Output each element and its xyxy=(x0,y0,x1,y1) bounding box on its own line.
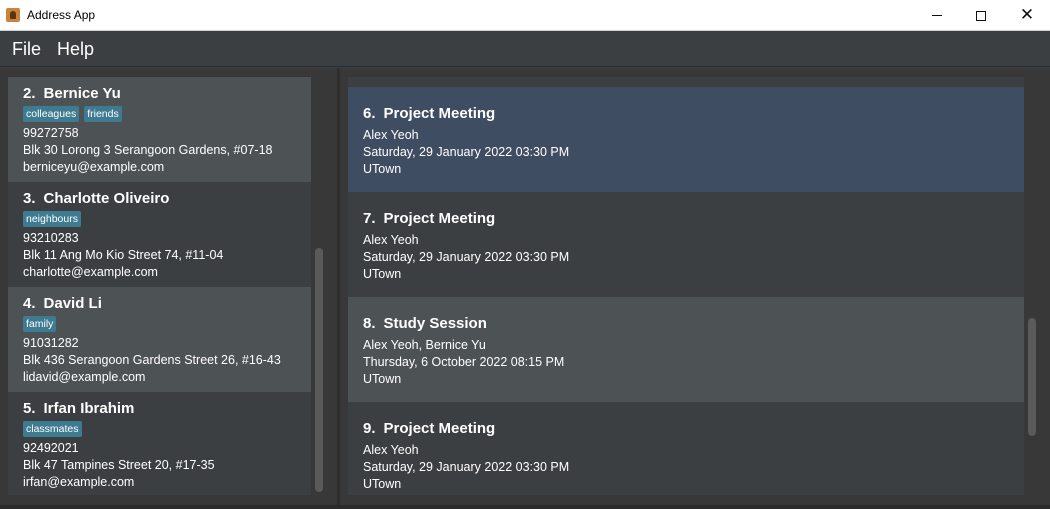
event-card[interactable]: 8. Study Session Alex Yeoh, Bernice Yu Th… xyxy=(348,297,1024,402)
maximize-button[interactable] xyxy=(958,0,1004,31)
person-phone: 92492021 xyxy=(23,441,79,455)
event-people: Alex Yeoh xyxy=(363,128,419,142)
event-location: UTown xyxy=(363,162,402,176)
person-name-row: 2. Bernice Yu xyxy=(23,85,296,106)
event-title-row: 7. Project Meeting xyxy=(363,210,1009,232)
person-index: 4. xyxy=(23,295,36,312)
person-name: Irfan Ibrahim xyxy=(43,400,135,417)
person-card[interactable]: 5. Irfan Ibrahim classmates 92492021 Blk … xyxy=(8,392,311,495)
person-email: lidavid@example.com xyxy=(23,370,146,384)
person-tags: colleagues friends xyxy=(23,106,296,125)
event-datetime: Saturday, 29 January 2022 03:30 PM xyxy=(363,145,570,159)
person-name-row: 3. Charlotte Oliveiro xyxy=(23,190,296,211)
menu-file[interactable]: File xyxy=(12,39,41,60)
person-phone: 93210283 xyxy=(23,231,79,245)
tag: family xyxy=(23,316,57,332)
event-index: 8. xyxy=(363,315,376,332)
event-list-panel: 6. Project Meeting Alex Yeoh Saturday, 29… xyxy=(340,68,1050,505)
person-tags: classmates xyxy=(23,421,296,440)
event-datetime: Saturday, 29 January 2022 03:30 PM xyxy=(363,250,570,264)
window-title: Address App xyxy=(27,8,96,22)
event-title-row: 9. Project Meeting xyxy=(363,420,1009,442)
person-address: Blk 436 Serangoon Gardens Street 26, #16… xyxy=(23,353,281,367)
person-name-row: 4. David Li xyxy=(23,295,296,316)
event-people: Alex Yeoh, Bernice Yu xyxy=(363,338,486,352)
app-icon xyxy=(6,8,20,22)
person-tags: family xyxy=(23,316,296,335)
person-list-scrollbar[interactable] xyxy=(315,248,323,492)
person-address: Blk 30 Lorong 3 Serangoon Gardens, #07-1… xyxy=(23,143,273,157)
person-name: Bernice Yu xyxy=(43,85,121,102)
person-name: David Li xyxy=(43,295,102,312)
event-index: 6. xyxy=(363,105,376,122)
event-card[interactable]: 9. Project Meeting Alex Yeoh Saturday, 29… xyxy=(348,402,1024,495)
person-address: Blk 11 Ang Mo Kio Street 74, #11-04 xyxy=(23,248,224,262)
event-index: 9. xyxy=(363,420,376,437)
tag: neighbours xyxy=(23,211,81,227)
title-bar: Address App ✕ xyxy=(0,0,1050,31)
event-location: UTown xyxy=(363,267,402,281)
tag: classmates xyxy=(23,421,82,437)
person-name-row: 5. Irfan Ibrahim xyxy=(23,400,296,421)
person-card[interactable]: 2. Bernice Yu colleagues friends 99272758… xyxy=(8,77,311,182)
event-location: UTown xyxy=(363,477,402,491)
menu-bar: File Help xyxy=(0,31,1050,67)
event-title-row: 6. Project Meeting xyxy=(363,105,1009,127)
event-datetime: Saturday, 29 January 2022 03:30 PM xyxy=(363,460,570,474)
maximize-icon xyxy=(976,10,986,21)
event-people: Alex Yeoh xyxy=(363,443,419,457)
person-index: 5. xyxy=(23,400,36,417)
person-email: charlotte@example.com xyxy=(23,265,158,279)
person-list-panel: 2. Bernice Yu colleagues friends 99272758… xyxy=(0,68,337,505)
event-list[interactable]: 6. Project Meeting Alex Yeoh Saturday, 29… xyxy=(348,77,1024,495)
menu-help[interactable]: Help xyxy=(57,39,94,60)
event-card[interactable]: 6. Project Meeting Alex Yeoh Saturday, 29… xyxy=(348,87,1024,192)
minimize-button[interactable] xyxy=(914,0,960,31)
person-card[interactable]: 3. Charlotte Oliveiro neighbours 93210283… xyxy=(8,182,311,287)
event-title-row: 8. Study Session xyxy=(363,315,1009,337)
person-card[interactable]: 4. David Li family 91031282 Blk 436 Seran… xyxy=(8,287,311,392)
person-list[interactable]: 2. Bernice Yu colleagues friends 99272758… xyxy=(8,77,311,495)
event-title: Study Session xyxy=(383,315,487,332)
event-list-scrollbar[interactable] xyxy=(1028,318,1036,436)
event-card[interactable]: 7. Project Meeting Alex Yeoh Saturday, 29… xyxy=(348,192,1024,297)
tag: friends xyxy=(84,106,122,122)
event-index: 7. xyxy=(363,210,376,227)
minimize-icon xyxy=(932,15,942,16)
event-title: Project Meeting xyxy=(383,210,496,227)
person-index: 3. xyxy=(23,190,36,207)
event-people: Alex Yeoh xyxy=(363,233,419,247)
person-phone: 91031282 xyxy=(23,336,79,350)
person-phone: 99272758 xyxy=(23,126,79,140)
event-location: UTown xyxy=(363,372,402,386)
close-button[interactable]: ✕ xyxy=(1004,0,1050,31)
person-tags: neighbours xyxy=(23,211,296,230)
event-title: Project Meeting xyxy=(383,420,496,437)
close-icon: ✕ xyxy=(1019,5,1035,25)
person-email: berniceyu@example.com xyxy=(23,160,165,174)
tag: colleagues xyxy=(23,106,80,122)
status-strip xyxy=(0,505,1050,509)
event-title: Project Meeting xyxy=(383,105,496,122)
person-email: irfan@example.com xyxy=(23,475,135,489)
event-datetime: Thursday, 6 October 2022 08:15 PM xyxy=(363,355,565,369)
person-address: Blk 47 Tampines Street 20, #17-35 xyxy=(23,458,215,472)
person-index: 2. xyxy=(23,85,36,102)
person-name: Charlotte Oliveiro xyxy=(43,190,170,207)
